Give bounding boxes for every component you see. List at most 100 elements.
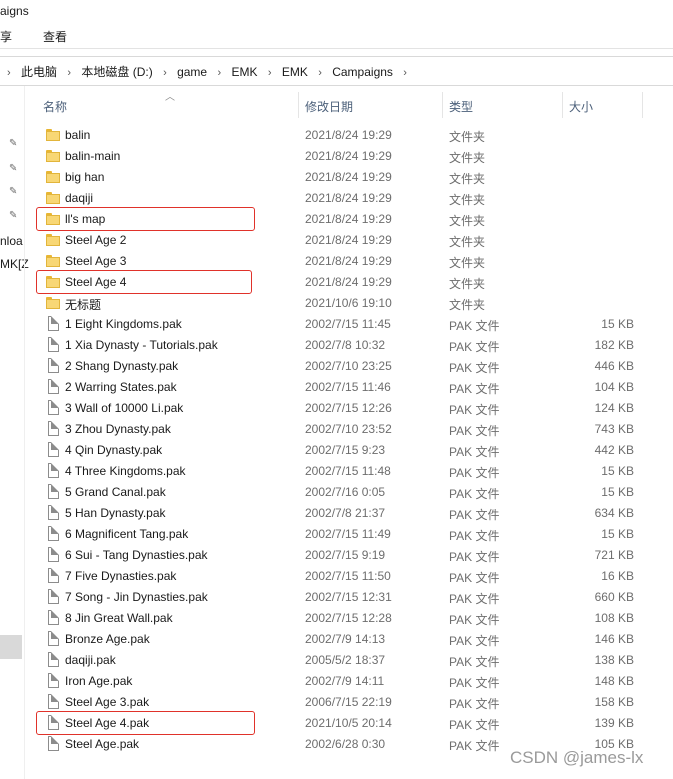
file-icon [48,505,59,520]
folder-icon [46,171,60,183]
file-row[interactable]: 1 Xia Dynasty - Tutorials.pak 2002/7/8 10… [0,335,673,356]
watermark: CSDN @james-lx [510,748,644,767]
folder-row[interactable]: daqiji 2021/8/24 19:29 文件夹 [0,188,673,209]
file-type: 文件夹 [449,130,486,144]
file-row[interactable]: 2 Warring States.pak 2002/7/15 11:46 PAK 文… [0,377,673,398]
file-row[interactable]: 1 Eight Kingdoms.pak 2002/7/15 11:45 PAK 文… [0,314,673,335]
file-date: 2021/8/24 19:29 [305,254,392,268]
file-date: 2005/5/2 18:37 [305,653,386,667]
file-row[interactable]: 8 Jin Great Wall.pak 2002/7/15 12:28 PAK 文… [0,608,673,629]
file-type: PAK 文件 [449,655,500,669]
breadcrumb-item-campaigns[interactable]: Campaigns [328,65,397,79]
file-row[interactable]: 2 Shang Dynasty.pak 2002/7/10 23:25 PAK 文件… [0,356,673,377]
file-row[interactable]: Bronze Age.pak 2002/7/9 14:13 PAK 文件 146 KB [0,629,673,650]
file-row[interactable]: 6 Sui - Tang Dynasties.pak 2002/7/15 9:19… [0,545,673,566]
file-row[interactable]: 7 Song - Jin Dynasties.pak 2002/7/15 12:3… [0,587,673,608]
column-header-name[interactable]: 名称 [43,98,67,115]
scrollbar[interactable] [668,86,673,779]
breadcrumb-item-emk-2[interactable]: EMK [278,65,312,79]
file-row[interactable]: 7 Five Dynasties.pak 2002/7/15 11:50 PAK 文… [0,566,673,587]
chevron-right-icon[interactable]: › [214,67,224,79]
chevron-right-icon[interactable]: › [315,67,325,79]
file-row[interactable]: daqiji.pak 2005/5/2 18:37 PAK 文件 138 KB [0,650,673,671]
chevron-right-icon[interactable]: › [265,67,275,79]
breadcrumb-item-game[interactable]: game [173,65,211,79]
file-row[interactable]: 4 Three Kingdoms.pak 2002/7/15 11:48 PAK 文… [0,461,673,482]
folder-row[interactable]: Steel Age 2 2021/8/24 19:29 文件夹 [0,230,673,251]
column-header-size[interactable]: 大小 [569,98,593,115]
file-date: 2002/7/15 12:28 [305,611,392,625]
file-type: PAK 文件 [449,466,500,480]
file-row[interactable]: Iron Age.pak 2002/7/9 14:11 PAK 文件 148 KB [0,671,673,692]
file-row[interactable]: 3 Zhou Dynasty.pak 2002/7/10 23:52 PAK 文件 7… [0,419,673,440]
file-row[interactable]: Steel Age 3.pak 2006/7/15 22:19 PAK 文件 158 … [0,692,673,713]
file-name: 7 Song - Jin Dynasties.pak [65,590,208,604]
file-type: PAK 文件 [449,634,500,648]
folder-row[interactable]: big han 2021/8/24 19:29 文件夹 [0,167,673,188]
file-icon [48,316,59,331]
breadcrumb: › 此电脑 › 本地磁盘 (D:) › game › EMK › EMK › C… [4,63,410,80]
chevron-right-icon[interactable]: › [64,67,74,79]
column-divider[interactable] [442,92,443,118]
column-header-type[interactable]: 类型 [449,98,473,115]
file-date: 2002/7/15 11:46 [305,380,391,394]
file-name: Steel Age 3 [65,254,127,268]
file-type: 文件夹 [449,193,486,207]
file-date: 2002/7/15 11:45 [305,317,391,331]
ribbon-tab-view[interactable]: 查看 [43,28,67,45]
breadcrumb-item-drive-d[interactable]: 本地磁盘 (D:) [77,63,156,80]
window-title: aigns [0,4,29,18]
file-size: 148 KB [594,674,634,688]
folder-row[interactable]: balin-main 2021/8/24 19:29 文件夹 [0,146,673,167]
file-name: Steel Age 3.pak [65,695,150,709]
file-icon [48,484,59,499]
folder-icon [46,255,60,267]
file-name: 1 Eight Kingdoms.pak [65,317,182,331]
folder-icon [46,150,60,162]
folder-row[interactable]: Steel Age 3 2021/8/24 19:29 文件夹 [0,251,673,272]
file-row[interactable]: 4 Qin Dynasty.pak 2002/7/15 9:23 PAK 文件 442… [0,440,673,461]
file-name: 3 Zhou Dynasty.pak [65,422,171,436]
file-type: PAK 文件 [449,592,500,606]
folder-row[interactable]: balin 2021/8/24 19:29 文件夹 [0,125,673,146]
file-icon [48,673,59,688]
file-date: 2002/7/15 12:31 [305,590,392,604]
column-divider[interactable] [298,92,299,118]
folder-row[interactable]: ll's map 2021/8/24 19:29 文件夹 [0,207,673,231]
file-row[interactable]: 5 Grand Canal.pak 2002/7/16 0:05 PAK 文件 15 … [0,482,673,503]
file-name: 2 Warring States.pak [65,380,177,394]
file-size: 138 KB [594,653,634,667]
file-row[interactable]: 5 Han Dynasty.pak 2002/7/8 21:37 PAK 文件 634… [0,503,673,524]
file-row[interactable]: 6 Magnificent Tang.pak 2002/7/15 11:49 PAK… [0,524,673,545]
breadcrumb-item-this-pc[interactable]: 此电脑 [17,63,61,80]
file-size: 146 KB [594,632,634,646]
breadcrumb-back-chevron-icon[interactable]: › [4,67,14,79]
file-explorer-window: aigns 享 查看 › 此电脑 › 本地磁盘 (D:) › game › EM… [0,0,673,779]
column-divider[interactable] [562,92,563,118]
file-date: 2021/10/5 20:14 [305,716,392,730]
address-bar[interactable]: › 此电脑 › 本地磁盘 (D:) › game › EMK › EMK › C… [0,56,673,86]
breadcrumb-item-emk[interactable]: EMK [227,65,261,79]
chevron-right-icon[interactable]: › [160,67,170,79]
file-type: PAK 文件 [449,319,500,333]
file-row[interactable]: Steel Age 4.pak 2021/10/5 20:14 PAK 文件 139 … [0,711,673,735]
file-name: 无标题 [65,298,102,312]
file-row[interactable]: 3 Wall of 10000 Li.pak 2002/7/15 12:26 PAK… [0,398,673,419]
folder-row[interactable]: 无标题 2021/10/6 19:10 文件夹 [0,293,673,314]
file-icon [48,400,59,415]
file-date: 2021/8/24 19:29 [305,128,392,142]
file-name: 3 Wall of 10000 Li.pak [65,401,184,415]
title-bar: aigns [0,0,673,22]
file-type: 文件夹 [449,298,486,312]
column-divider[interactable] [642,92,643,118]
file-icon [48,463,59,478]
ribbon-divider [0,48,673,49]
file-date: 2002/7/8 10:32 [305,338,386,352]
file-date: 2002/7/15 11:50 [305,569,391,583]
ribbon-tab-share[interactable]: 享 [0,28,12,45]
file-size: 182 KB [594,338,634,352]
folder-row[interactable]: Steel Age 4 2021/8/24 19:29 文件夹 [0,270,673,294]
chevron-right-icon[interactable]: › [400,67,410,79]
column-header-date[interactable]: 修改日期 [305,98,353,115]
file-name: 6 Sui - Tang Dynasties.pak [65,548,208,562]
